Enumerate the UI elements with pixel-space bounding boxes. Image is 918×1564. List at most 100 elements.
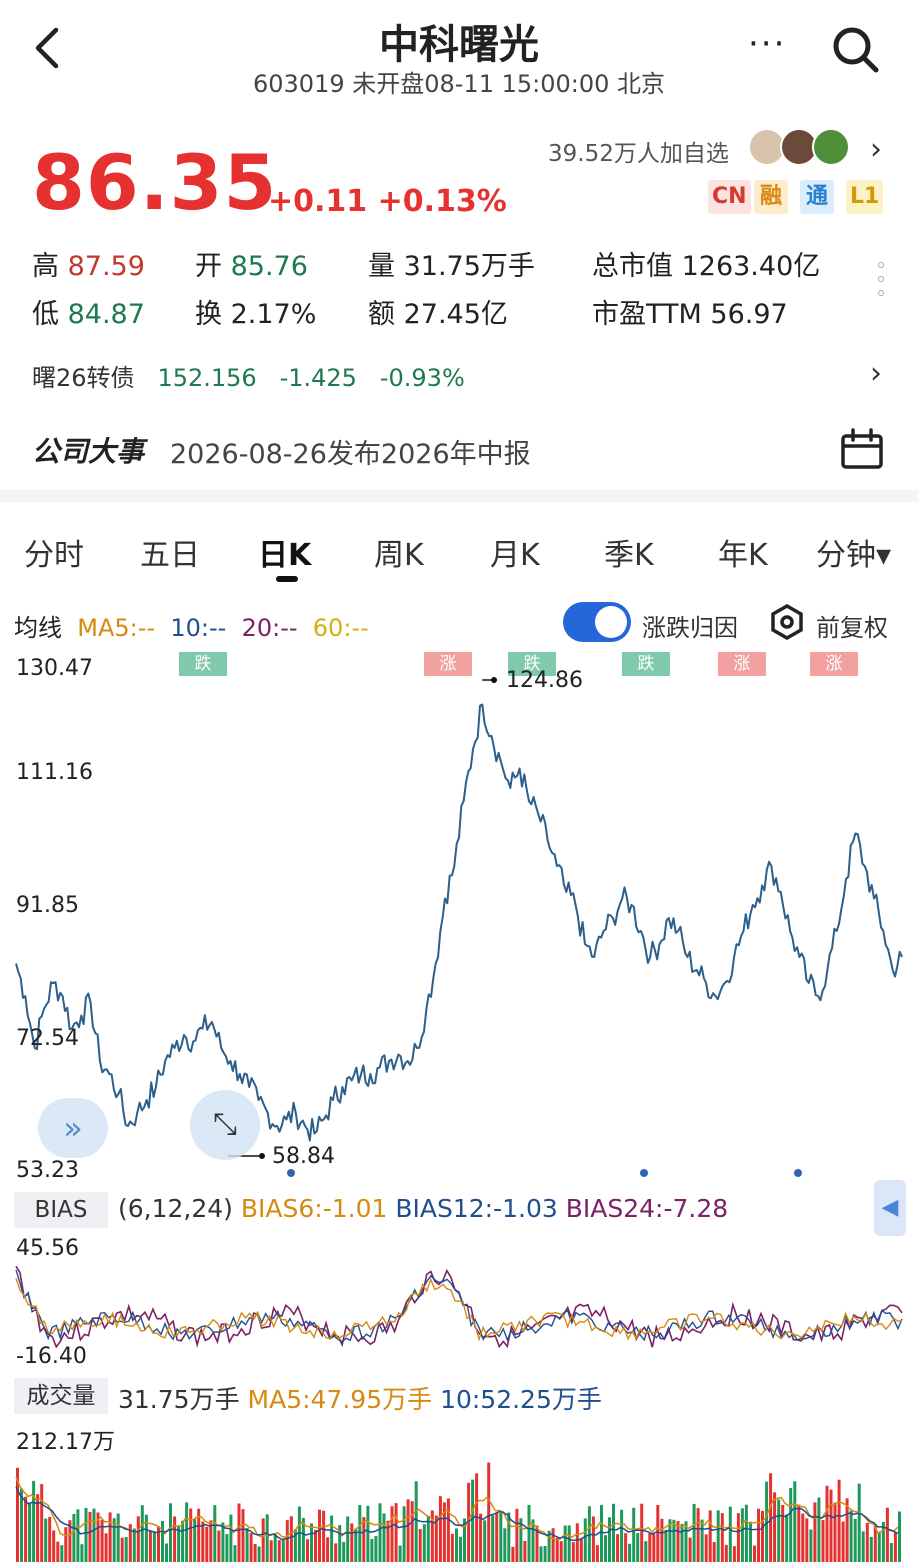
volume-bar — [446, 1498, 450, 1562]
event-dot[interactable] — [287, 1169, 295, 1177]
volume-bar — [80, 1544, 84, 1562]
volume-bar — [720, 1513, 724, 1562]
volume-bar — [773, 1492, 777, 1562]
chevron-right-icon[interactable]: › — [870, 132, 882, 167]
volume-bar — [169, 1503, 172, 1562]
expand-chart-button[interactable]: » — [38, 1098, 108, 1158]
tab-quarterly-k[interactable]: 季K — [604, 530, 654, 574]
volume-bar — [233, 1545, 237, 1562]
price-chart[interactable] — [0, 650, 918, 1190]
stat-value: 84.87 — [67, 299, 145, 330]
watchers-count[interactable]: 39.52万人加自选 — [548, 134, 729, 168]
volume-bar — [217, 1530, 221, 1562]
stat-low: 低 84.87 — [32, 292, 145, 331]
volume-bar — [394, 1503, 398, 1562]
stat-high: 高 87.59 — [32, 244, 145, 283]
search-button[interactable] — [830, 24, 882, 76]
volume-bar — [595, 1545, 599, 1562]
volume-bar — [740, 1508, 744, 1562]
volume-bar — [330, 1515, 334, 1562]
volume-bar — [640, 1503, 644, 1562]
bond-price: 152.156 — [157, 364, 257, 392]
adjust-mode-label[interactable]: 前复权 — [816, 608, 888, 643]
attribution-label: 涨跌归因 — [642, 614, 738, 642]
volume-bar — [511, 1546, 515, 1562]
calendar-icon[interactable] — [840, 428, 884, 470]
attribution-toggle[interactable] — [563, 602, 631, 642]
volume-bar — [20, 1488, 23, 1562]
tab-weekly-k[interactable]: 周K — [374, 530, 424, 574]
volume-bar — [161, 1521, 164, 1562]
event-dot[interactable] — [640, 1169, 648, 1177]
volume-bar — [414, 1481, 418, 1562]
stat-value: 56.97 — [710, 299, 788, 330]
more-button[interactable]: ··· — [748, 24, 786, 64]
stat-value: 31.75万手 — [403, 251, 535, 282]
volume-bar — [829, 1489, 833, 1562]
volume-bar — [318, 1509, 321, 1562]
volume-bar — [632, 1507, 636, 1562]
stat-value: 27.45亿 — [403, 299, 508, 330]
low-label: 58.84 — [272, 1144, 335, 1169]
volume-bar — [362, 1517, 366, 1562]
collapse-panel-button[interactable]: ◀ — [874, 1180, 906, 1236]
ma10-value: 10:-- — [170, 614, 227, 642]
ma-label: 均线 — [14, 614, 62, 642]
volume-bar — [92, 1508, 96, 1562]
stat-amount: 额 27.45亿 — [368, 292, 508, 331]
volume-bar — [789, 1488, 793, 1562]
event-label: 公司大事 — [32, 435, 145, 468]
stat-value: 87.59 — [67, 251, 145, 282]
fullscreen-icon[interactable]: ⤡ — [190, 1090, 260, 1160]
chevron-right-icon[interactable]: › — [870, 356, 882, 391]
volume-bar — [805, 1518, 809, 1562]
volume-bar — [813, 1502, 817, 1562]
tab-five-day[interactable]: 五日 — [140, 530, 200, 574]
volume-bar — [422, 1524, 426, 1562]
low-dot — [259, 1153, 265, 1159]
volume-bar — [869, 1536, 873, 1562]
ma60-value: 60:-- — [312, 614, 369, 642]
watcher-avatars[interactable] — [748, 128, 858, 168]
tab-monthly-k[interactable]: 月K — [490, 530, 540, 574]
volume-bar — [108, 1512, 112, 1562]
volume-bar — [495, 1512, 499, 1562]
tab-minute[interactable]: 分钟▾ — [816, 530, 891, 574]
search-icon — [833, 27, 879, 73]
convertible-bond-row[interactable]: 曙26转债 152.156 -1.425 -0.93% — [32, 358, 465, 393]
volume-bar — [579, 1538, 583, 1562]
bias-chart — [15, 1265, 903, 1349]
volume-bar — [628, 1543, 632, 1562]
volume-bar — [744, 1504, 748, 1562]
volume-bar — [285, 1520, 289, 1562]
volume-bar — [620, 1509, 624, 1562]
volume-bar — [406, 1499, 410, 1562]
bias-indicator-button[interactable]: BIAS — [14, 1192, 108, 1228]
tab-daily-k[interactable]: 日K — [258, 530, 311, 574]
volume-indicator-button[interactable]: 成交量 — [14, 1378, 108, 1414]
event-dot[interactable] — [794, 1169, 802, 1177]
volume-bar — [600, 1504, 603, 1562]
volume-bar — [503, 1528, 507, 1562]
stat-value: 2.17% — [230, 299, 317, 330]
y-axis-label: 91.85 — [16, 893, 79, 918]
bias-values: (6,12,24) BIAS6:-1.01 BIAS12:-1.03 BIAS2… — [118, 1194, 728, 1223]
volume-bar — [193, 1518, 197, 1562]
volume-bar — [644, 1541, 648, 1562]
ma-legend[interactable]: 均线 MA5:-- 10:-- 20:-- 60:-- — [14, 608, 369, 643]
volume-bar — [583, 1518, 587, 1562]
event-text[interactable]: 2026-08-26发布2026年中报 — [170, 432, 531, 471]
volume-bar — [229, 1514, 233, 1562]
expand-stats-icon[interactable] — [878, 262, 888, 304]
tab-yearly-k[interactable]: 年K — [718, 530, 768, 574]
badge-connect: 通 — [800, 180, 834, 214]
bias24-line — [15, 1265, 903, 1349]
volume-bar — [148, 1530, 152, 1562]
tab-intraday[interactable]: 分时 — [24, 530, 84, 574]
volume-bar — [36, 1494, 40, 1562]
volume-bar — [898, 1511, 901, 1562]
volume-bar — [277, 1540, 281, 1562]
stat-turnover: 换 2.17% — [195, 292, 316, 331]
hexagon-settings-icon[interactable] — [770, 603, 804, 641]
bias24-value: BIAS24:-7.28 — [565, 1194, 729, 1223]
